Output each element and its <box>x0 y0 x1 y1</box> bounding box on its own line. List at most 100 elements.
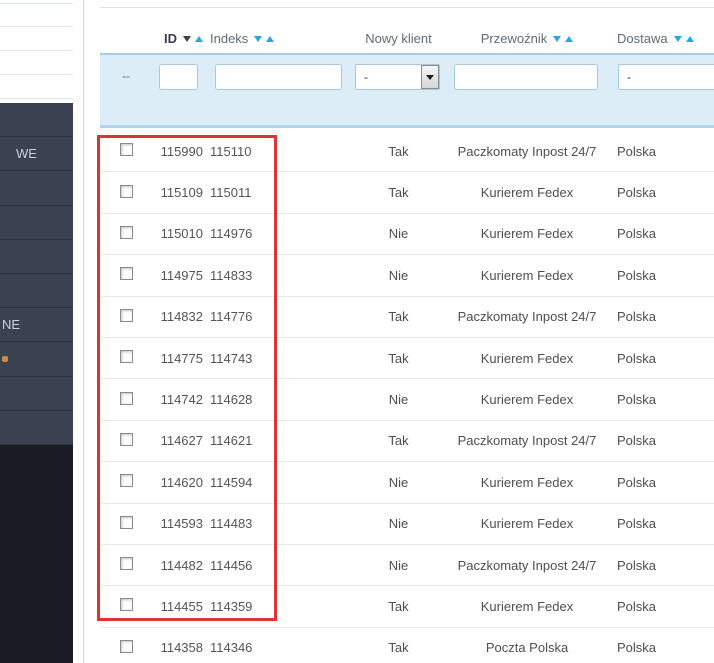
sort-asc-icon[interactable] <box>685 35 694 42</box>
cell-dostawa: Polska <box>617 557 657 573</box>
table-row: 114620 114594 Nie Kurierem Fedex Polska <box>100 462 714 504</box>
table-row: 115010 114976 Nie Kurierem Fedex Polska <box>100 214 714 256</box>
cell-indeks: 114346 <box>210 640 253 656</box>
cell-przewoznik: Kurierem Fedex <box>480 226 574 242</box>
cell-przewoznik: Paczkomaty Inpost 24/7 <box>457 557 597 573</box>
cell-indeks: 114628 <box>210 392 253 408</box>
cell-dostawa: Polska <box>617 185 657 201</box>
cell-przewoznik: Paczkomaty Inpost 24/7 <box>457 143 597 159</box>
cell-dostawa: Polska <box>617 350 657 366</box>
sort-desc-icon[interactable] <box>673 35 682 42</box>
row-checkbox[interactable] <box>120 143 133 157</box>
sidebar-menu: WE NE <box>0 103 73 445</box>
header-id[interactable]: ID <box>152 31 205 46</box>
row-checkbox[interactable] <box>120 515 133 529</box>
cell-id: 114455 <box>160 598 203 614</box>
cell-dostawa: Polska <box>617 143 657 159</box>
sidebar-menu-item[interactable] <box>0 274 73 309</box>
cell-przewoznik: Paczkomaty Inpost 24/7 <box>457 309 597 325</box>
header-przewoznik-label[interactable]: Przewoźnik <box>481 31 547 46</box>
filter-row: -- - - <box>100 53 714 128</box>
sort-group-indeks <box>254 35 275 42</box>
cell-dostawa: Polska <box>617 433 657 449</box>
filter-dostawa-select[interactable]: - <box>618 64 714 90</box>
cell-przewoznik: Kurierem Fedex <box>480 350 574 366</box>
checkbox-cell <box>100 557 152 573</box>
cell-indeks: 114483 <box>210 516 253 532</box>
filter-id-input[interactable] <box>159 64 198 90</box>
open-submenu-panel: nia <box>0 0 73 103</box>
filter-nowy-klient-select[interactable]: - <box>355 64 440 90</box>
checkbox-cell <box>100 350 152 366</box>
sidebar-menu-item[interactable]: WE <box>0 137 73 172</box>
cell-id: 115990 <box>160 143 203 159</box>
cell-indeks: 115110 <box>210 143 252 159</box>
header-indeks[interactable]: Indeks <box>205 31 345 46</box>
checkbox-cell <box>100 432 152 449</box>
sidebar-menu-item[interactable]: NE <box>0 308 73 343</box>
cell-id: 114775 <box>160 350 203 366</box>
cell-indeks: 114594 <box>210 474 253 490</box>
sort-asc-icon[interactable] <box>266 35 275 42</box>
filter-indeks-input[interactable] <box>215 64 342 90</box>
table-row: 115990 115110 Tak Paczkomaty Inpost 24/7… <box>100 131 714 173</box>
sidebar-menu-item[interactable] <box>0 342 73 377</box>
cell-id: 114620 <box>160 474 203 490</box>
row-checkbox[interactable] <box>120 432 133 446</box>
accent-mark-icon <box>2 355 8 362</box>
sidebar-menu-item[interactable] <box>0 377 73 411</box>
header-id-label[interactable]: ID <box>164 31 177 46</box>
row-checkbox[interactable] <box>120 474 133 488</box>
checkbox-cell <box>100 184 152 201</box>
sidebar-menu-item[interactable] <box>0 240 73 274</box>
table-row: 114775 114743 Tak Kurierem Fedex Polska <box>100 338 714 380</box>
cell-przewoznik: Paczkomaty Inpost 24/7 <box>457 433 597 449</box>
cell-przewoznik: Kurierem Fedex <box>480 185 574 201</box>
sort-group-dostawa <box>673 35 694 42</box>
row-checkbox[interactable] <box>120 639 133 653</box>
sidebar-menu-item[interactable] <box>0 206 73 240</box>
cell-nowy-klient: Tak <box>388 433 409 449</box>
header-dostawa-label[interactable]: Dostawa <box>617 31 668 46</box>
cell-indeks: 114976 <box>210 226 253 242</box>
filter-przewoznik-input[interactable] <box>454 64 598 90</box>
cell-id: 115010 <box>160 226 203 242</box>
cell-indeks: 114456 <box>210 557 253 573</box>
row-checkbox[interactable] <box>120 308 133 322</box>
row-checkbox[interactable] <box>120 350 133 364</box>
orders-table: ID Indeks Nowy klient Przewoźnik Dostawa <box>97 0 714 663</box>
cell-indeks: 114833 <box>210 267 253 283</box>
filter-dostawa-cell: - <box>602 55 714 125</box>
row-checkbox[interactable] <box>120 391 133 405</box>
row-checkbox[interactable] <box>120 184 133 198</box>
submenu-item[interactable] <box>0 51 73 75</box>
submenu-item[interactable] <box>0 75 73 99</box>
row-checkbox[interactable] <box>120 225 133 239</box>
cell-id: 114832 <box>160 309 203 325</box>
sidebar-menu-item[interactable] <box>0 411 73 445</box>
select-all-cell[interactable]: -- <box>100 55 152 125</box>
cell-nowy-klient: Tak <box>388 350 409 366</box>
cell-indeks: 115011 <box>210 185 252 201</box>
row-checkbox[interactable] <box>120 557 133 571</box>
submenu-item[interactable] <box>0 3 73 27</box>
cell-id: 114975 <box>160 267 203 283</box>
sort-desc-icon[interactable] <box>183 35 191 42</box>
sort-asc-icon[interactable] <box>565 35 574 42</box>
table-row: 114975 114833 Nie Kurierem Fedex Polska <box>100 255 714 297</box>
cell-dostawa: Polska <box>617 267 657 283</box>
sort-desc-icon[interactable] <box>254 35 263 42</box>
header-przewoznik[interactable]: Przewoźnik <box>452 31 602 46</box>
row-checkbox[interactable] <box>120 598 133 612</box>
sidebar-menu-item[interactable] <box>0 171 73 206</box>
cell-przewoznik: Kurierem Fedex <box>480 267 574 283</box>
header-dostawa[interactable]: Dostawa <box>602 31 714 46</box>
sort-desc-icon[interactable] <box>553 35 562 42</box>
sort-asc-icon[interactable] <box>195 35 203 42</box>
select-dropdown-button[interactable] <box>421 65 439 89</box>
submenu-item[interactable] <box>0 27 73 51</box>
row-checkbox[interactable] <box>120 267 133 281</box>
header-indeks-label[interactable]: Indeks <box>210 31 248 46</box>
sidebar-menu-item-label: NE <box>2 317 21 333</box>
sidebar-menu-item[interactable] <box>0 103 73 138</box>
